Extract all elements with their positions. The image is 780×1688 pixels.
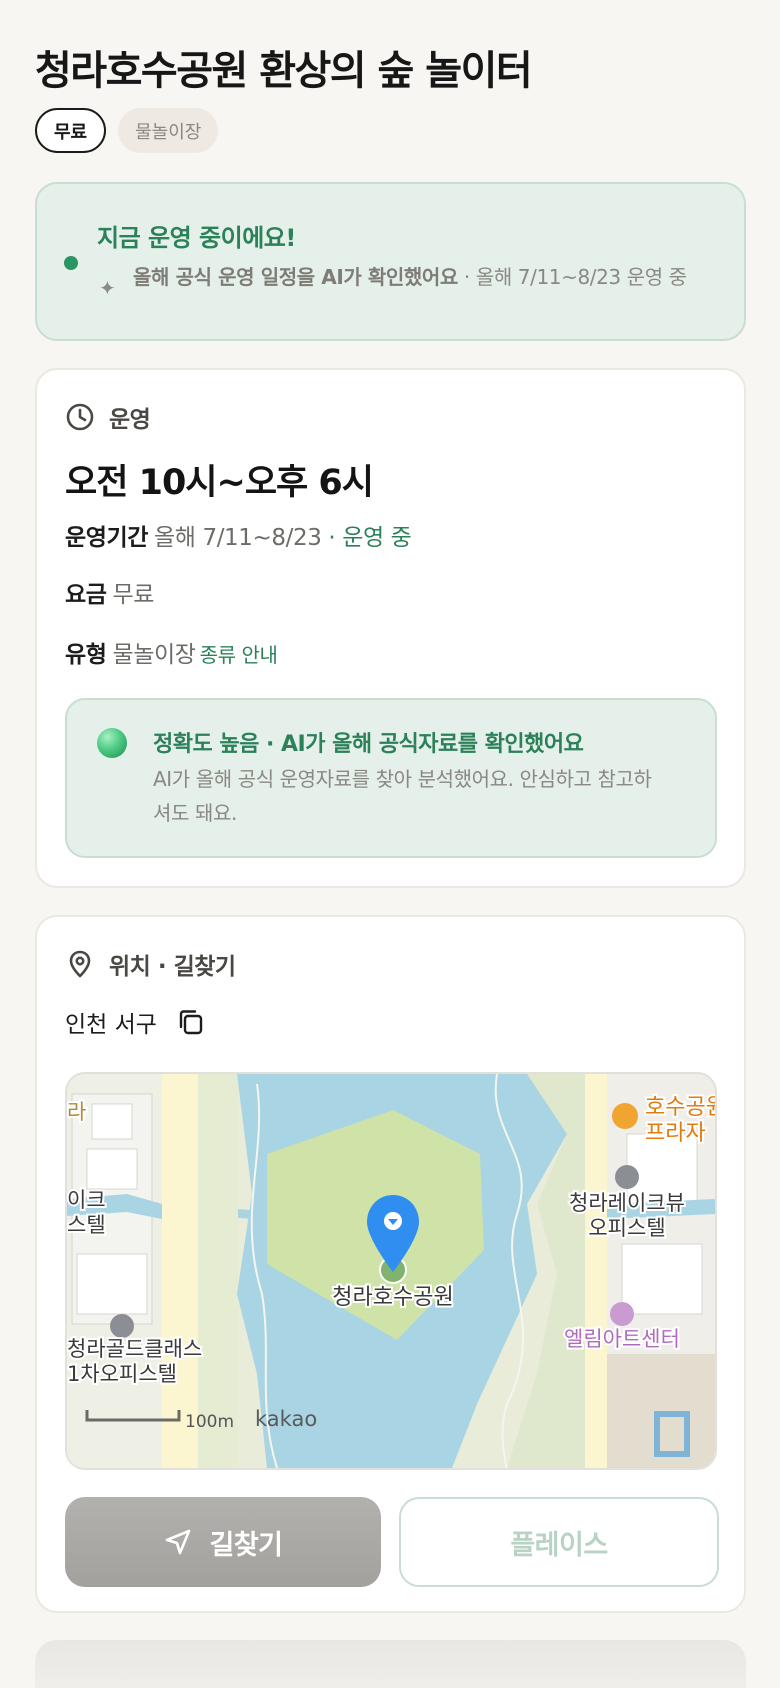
hours-section-label: 운영 — [109, 407, 151, 433]
type-guide-link[interactable]: 종류 안내 — [200, 643, 278, 667]
status-ai-check: 올해 공식 운영 일정을 AI가 확인했어요 — [133, 265, 458, 289]
location-section-header: 위치 · 길찾기 — [65, 947, 236, 981]
type-row: 유형 물놀이장 종류 안내 — [65, 635, 278, 669]
status-dot-icon — [64, 256, 78, 270]
hours-section-header: 운영 — [65, 400, 151, 434]
map-label-left-mid-2: 스텔 — [67, 1213, 106, 1237]
map-label-plaza-1: 호수공원 — [645, 1095, 715, 1120]
location-section-label: 위치 · 길찾기 — [109, 954, 236, 980]
sparkle-icon: ✦ — [99, 276, 116, 300]
map-label-gold-1: 청라골드클래스 — [67, 1337, 202, 1361]
status-description: 올해 공식 운영 일정을 AI가 확인했어요 · 올해 7/11~8/23 운영… — [133, 262, 713, 292]
map-label-plaza-2: 프라자 — [645, 1121, 706, 1146]
place-button[interactable]: 플레이스 — [399, 1497, 719, 1587]
period-status: · 운영 중 — [328, 525, 412, 551]
map-label-center: 청라호수공원 — [332, 1285, 453, 1310]
map-view[interactable]: 청라호수공원 호수공원 프라자 청라레이크뷰 오피스텔 엘림아트센터 청라골드클… — [65, 1072, 717, 1470]
map-label-lakeview-2: 오피스텔 — [588, 1216, 665, 1240]
copy-icon[interactable] — [177, 1008, 205, 1036]
map-canvas[interactable]: 청라호수공원 호수공원 프라자 청라레이크뷰 오피스텔 엘림아트센터 청라골드클… — [67, 1074, 715, 1468]
period-value: 올해 7/11~8/23 — [154, 525, 322, 551]
map-label-left-mid-1: 이크 — [67, 1188, 106, 1212]
operating-hours: 오전 10시~오후 6시 — [65, 463, 374, 503]
period-row: 운영기간 올해 7/11~8/23 · 운영 중 — [65, 518, 412, 552]
status-detail: · 올해 7/11~8/23 운영 중 — [463, 265, 687, 289]
page-title: 청라호수공원 환상의 숲 놀이터 — [35, 48, 533, 94]
map-label-art: 엘림아트센터 — [564, 1327, 680, 1351]
hours-card: 운영 오전 10시~오후 6시 운영기간 올해 7/11~8/23 · 운영 중 … — [35, 368, 746, 888]
address-text: 인천 서구 — [65, 1012, 157, 1038]
map-pin-icon — [69, 950, 91, 978]
map-scale-label: 100m — [185, 1412, 234, 1432]
address-row: 인천 서구 — [65, 1005, 205, 1039]
navigate-button-label: 길찾기 — [209, 1529, 283, 1561]
fee-key: 요금 — [65, 582, 107, 608]
navigate-button[interactable]: 길찾기 — [65, 1497, 381, 1587]
map-label-lakeview-1: 청라레이크뷰 — [569, 1191, 685, 1215]
type-value: 물놀이장 — [112, 642, 196, 668]
type-key: 유형 — [65, 642, 107, 668]
accuracy-box: 정확도 높음 · AI가 올해 공식자료를 확인했어요 AI가 올해 공식 운영… — [65, 698, 717, 858]
chip-group: 무료 물놀이장 — [35, 108, 219, 153]
next-card-peek — [35, 1640, 746, 1688]
navigation-arrow-icon — [166, 1529, 191, 1555]
chip-free[interactable]: 무료 — [35, 108, 107, 153]
clock-icon — [66, 403, 94, 431]
status-card: 지금 운영 중이에요! ✦ 올해 공식 운영 일정을 AI가 확인했어요 · 올… — [35, 182, 746, 341]
accuracy-description: AI가 올해 공식 운영자료를 찾아 분석했어요. 안심하고 참고하셔도 돼요. — [153, 767, 652, 825]
place-button-label: 플레이스 — [510, 1529, 608, 1561]
status-title: 지금 운영 중이에요! — [97, 224, 296, 252]
fee-row: 요금 무료 — [65, 575, 154, 609]
map-label-gold-2: 1차오피스텔 — [67, 1362, 177, 1386]
map-label-left-top: 라 — [67, 1100, 86, 1124]
location-card: 위치 · 길찾기 인천 서구 청라호수공원 호수공 프라자 청라레이크뷰 오피스… — [35, 915, 746, 1613]
period-key: 운영기간 — [65, 525, 149, 551]
chip-category[interactable]: 물놀이장 — [118, 108, 219, 153]
accuracy-title: 정확도 높음 · AI가 올해 공식자료를 확인했어요 — [153, 732, 584, 757]
fee-value: 무료 — [112, 582, 155, 608]
ai-orb-icon — [97, 728, 127, 758]
map-brand: kakao — [255, 1407, 317, 1431]
